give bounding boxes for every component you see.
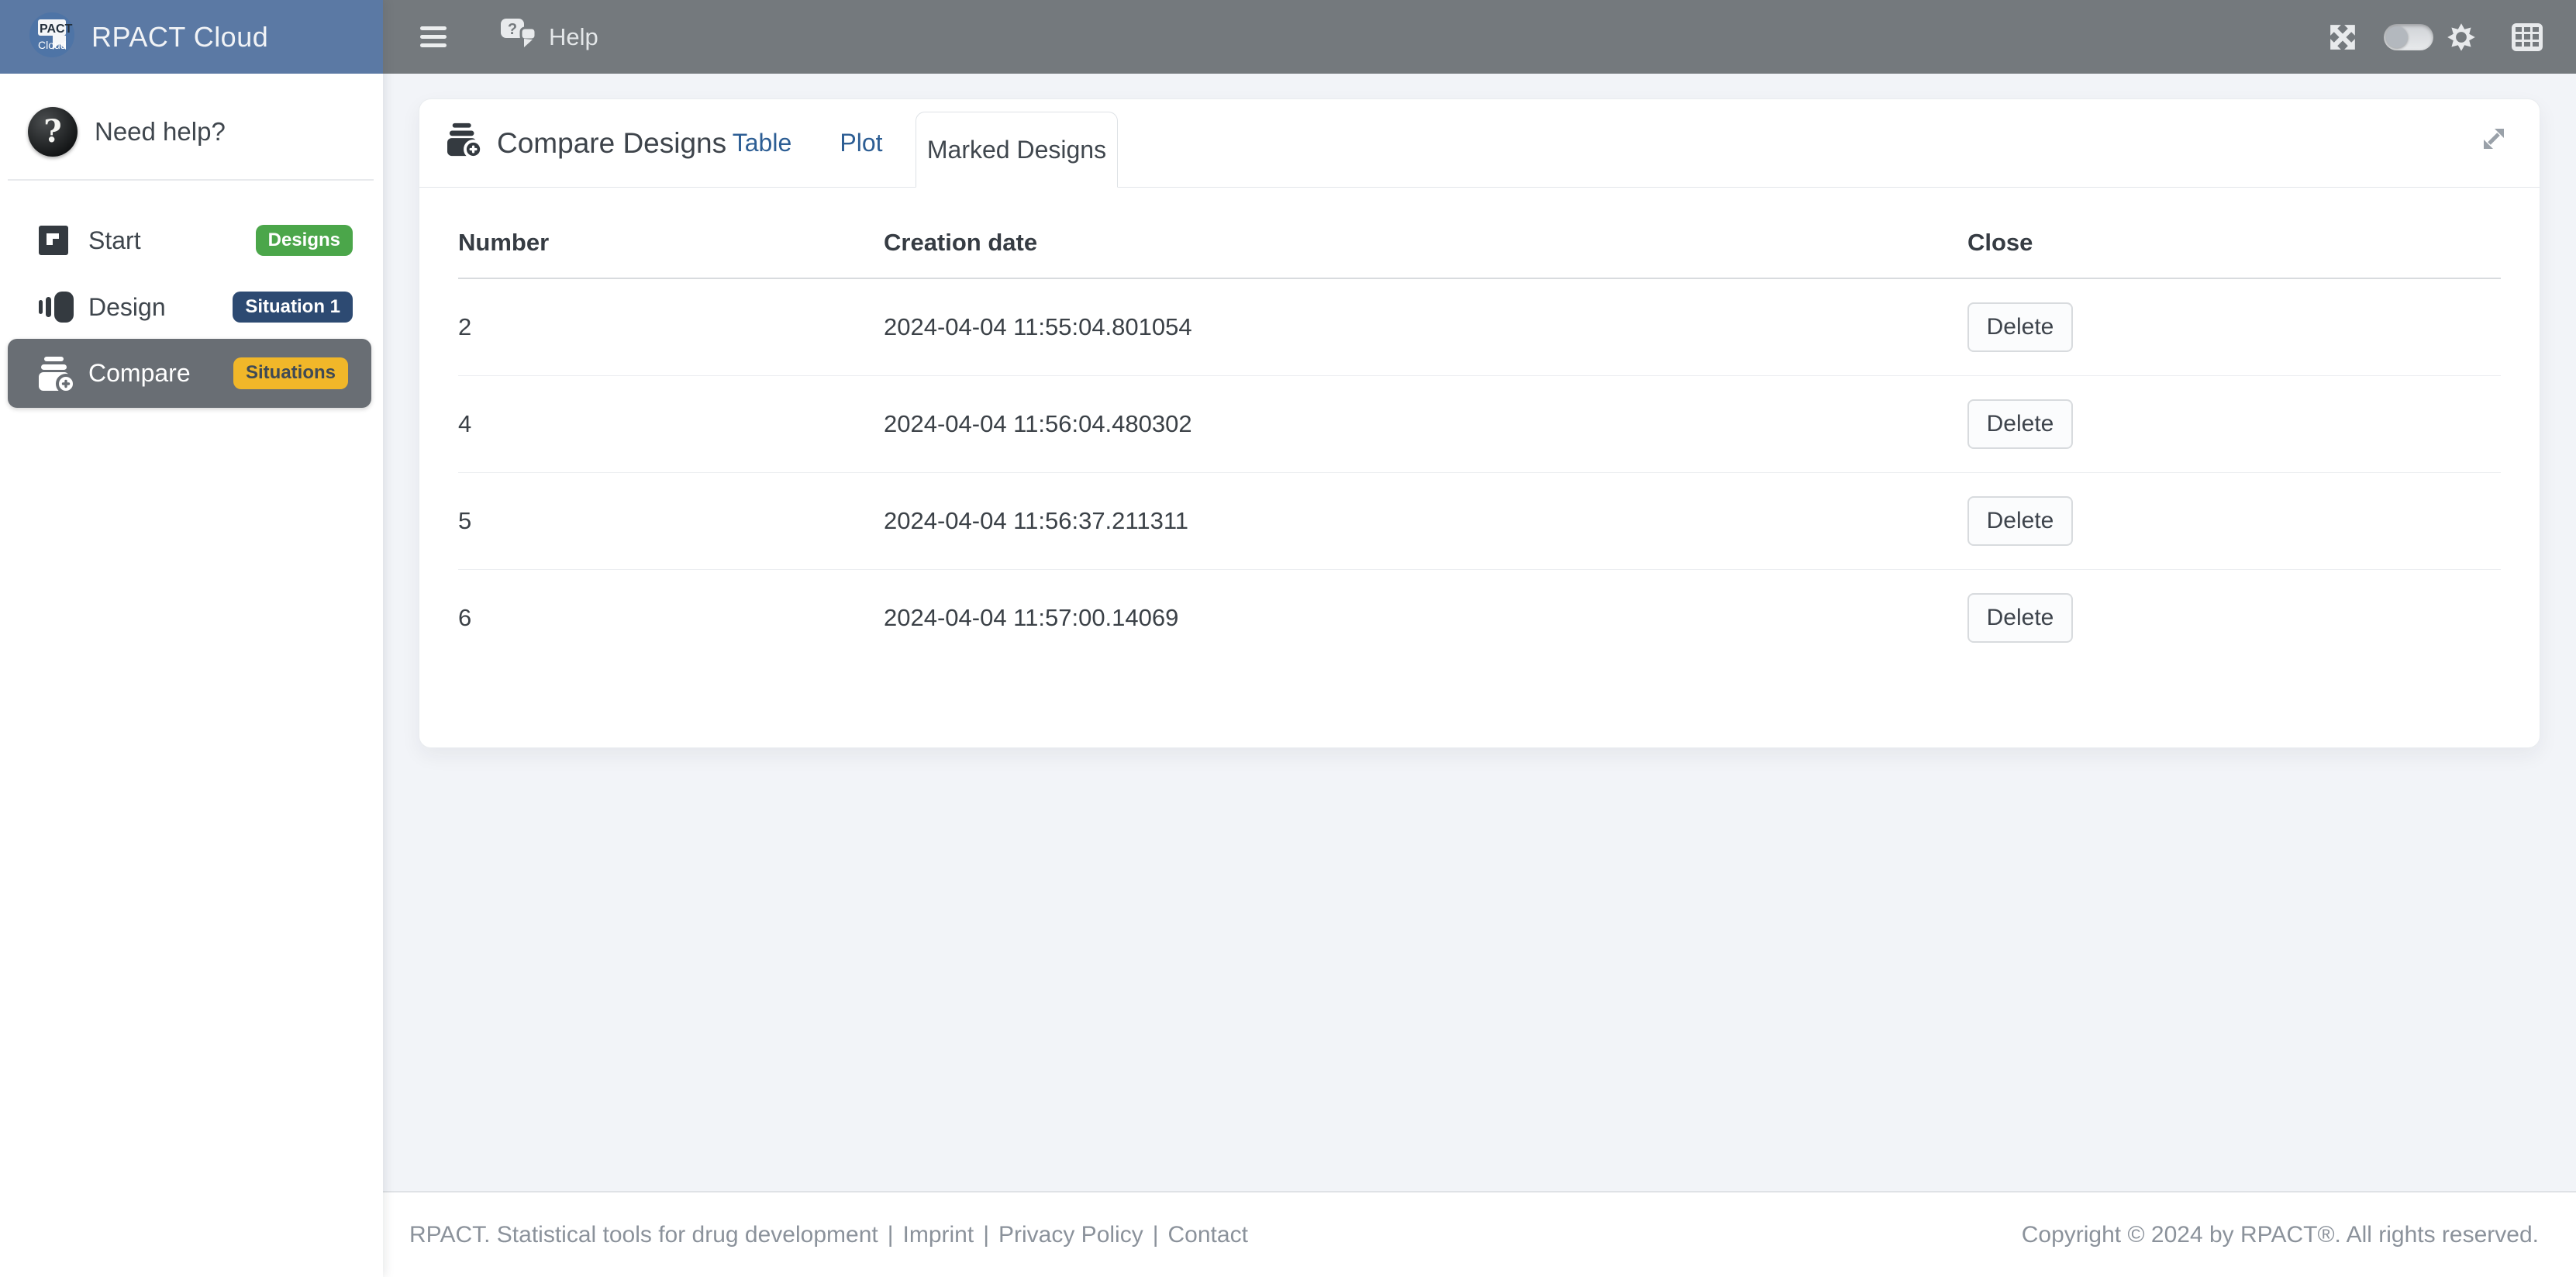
- delete-button[interactable]: Delete: [1967, 399, 2073, 449]
- cell-creation-date: 2024-04-04 11:56:37.211311: [884, 507, 1967, 535]
- column-header-number: Number: [458, 229, 884, 257]
- theme-toggle-switch[interactable]: [2384, 24, 2433, 50]
- sidebar-item-label: Start: [88, 226, 141, 255]
- copyright-text: Copyright © 2024 by RPACT®. All rights r…: [2022, 1222, 2539, 1248]
- sidebar-item-label: Compare: [88, 359, 191, 388]
- maximize-card-icon[interactable]: [2481, 126, 2507, 156]
- marked-designs-table: Number Creation date Close 2 2024-04-04 …: [419, 188, 2540, 666]
- situation-badge: Situation 1: [233, 292, 353, 323]
- cell-number: 6: [458, 604, 884, 632]
- expand-arrows-icon[interactable]: [2328, 22, 2357, 52]
- sidebar-item-compare[interactable]: Compare Situations: [8, 339, 371, 408]
- designs-badge: Designs: [256, 225, 353, 256]
- table-header-row: Number Creation date Close: [458, 188, 2501, 279]
- need-help-link[interactable]: ? Need help?: [28, 107, 226, 157]
- app-title: RPACT Cloud: [91, 21, 268, 53]
- card-title: Compare Designs: [447, 99, 726, 187]
- sun-icon[interactable]: [2446, 22, 2477, 53]
- logo-text-pact: PACT: [40, 22, 73, 36]
- compare-designs-card: Compare Designs Table Plot Marked Design…: [419, 98, 2540, 748]
- imprint-link[interactable]: Imprint: [903, 1222, 974, 1248]
- privacy-policy-link[interactable]: Privacy Policy: [998, 1222, 1143, 1248]
- grid-apps-icon[interactable]: [2512, 23, 2543, 51]
- compare-designs-icon: [447, 122, 483, 164]
- help-bubbles-icon: ?: [501, 19, 538, 56]
- tab-plot[interactable]: Plot: [824, 99, 898, 187]
- footer-separator: |: [983, 1222, 989, 1248]
- topbar-actions: [2328, 22, 2576, 53]
- cell-number: 2: [458, 313, 884, 341]
- column-header-creation-date: Creation date: [884, 229, 1967, 257]
- footer-separator: |: [888, 1222, 894, 1248]
- tab-table[interactable]: Table: [723, 99, 801, 187]
- table-row: 2 2024-04-04 11:55:04.801054 Delete: [458, 279, 2501, 376]
- cell-creation-date: 2024-04-04 11:57:00.14069: [884, 604, 1967, 632]
- footer: RPACT. Statistical tools for drug develo…: [383, 1191, 2576, 1277]
- toggle-knob: [2386, 26, 2408, 48]
- logo-text-cloud: Cloud: [38, 39, 67, 51]
- card-title-text: Compare Designs: [497, 127, 726, 160]
- delete-button[interactable]: Delete: [1967, 302, 2073, 352]
- cell-number: 4: [458, 410, 884, 438]
- topbar: ? Help: [383, 0, 2576, 74]
- rpact-cloud-app: PACT Cloud RPACT Cloud ? Need help? Star…: [0, 0, 2576, 1277]
- contact-link[interactable]: Contact: [1168, 1222, 1248, 1248]
- sidebar-item-design[interactable]: Design Situation 1: [8, 274, 371, 340]
- sidebar-item-label: Design: [88, 293, 166, 322]
- footer-tagline: RPACT. Statistical tools for drug develo…: [409, 1222, 878, 1248]
- app-logo-icon: PACT Cloud: [29, 12, 74, 61]
- footer-separator: |: [1153, 1222, 1159, 1248]
- sidebar-divider: [8, 179, 374, 181]
- column-header-close: Close: [1967, 229, 2501, 257]
- delete-button[interactable]: Delete: [1967, 593, 2073, 643]
- compare-icon: [39, 355, 79, 392]
- delete-button[interactable]: Delete: [1967, 496, 2073, 546]
- tab-marked-designs[interactable]: Marked Designs: [916, 112, 1118, 188]
- hamburger-menu-icon[interactable]: [420, 26, 447, 47]
- svg-text:?: ?: [508, 21, 517, 38]
- table-row: 5 2024-04-04 11:56:37.211311 Delete: [458, 473, 2501, 570]
- help-menu-item[interactable]: ? Help: [501, 19, 598, 56]
- cell-creation-date: 2024-04-04 11:56:04.480302: [884, 410, 1967, 438]
- cell-number: 5: [458, 507, 884, 535]
- card-header: Compare Designs Table Plot Marked Design…: [419, 99, 2540, 188]
- table-row: 6 2024-04-04 11:57:00.14069 Delete: [458, 570, 2501, 666]
- main-content: Compare Designs Table Plot Marked Design…: [383, 74, 2576, 1191]
- design-icon: [39, 289, 79, 325]
- question-circle-icon: ?: [28, 107, 78, 157]
- situations-badge: Situations: [233, 357, 348, 388]
- brand[interactable]: PACT Cloud RPACT Cloud: [0, 0, 383, 74]
- sidebar-item-start[interactable]: Start Designs: [8, 207, 371, 274]
- help-label: Help: [549, 23, 598, 51]
- need-help-label: Need help?: [95, 117, 226, 147]
- table-row: 4 2024-04-04 11:56:04.480302 Delete: [458, 376, 2501, 473]
- sidebar: PACT Cloud RPACT Cloud ? Need help? Star…: [0, 0, 383, 1277]
- start-icon: [39, 226, 79, 255]
- cell-creation-date: 2024-04-04 11:55:04.801054: [884, 313, 1967, 341]
